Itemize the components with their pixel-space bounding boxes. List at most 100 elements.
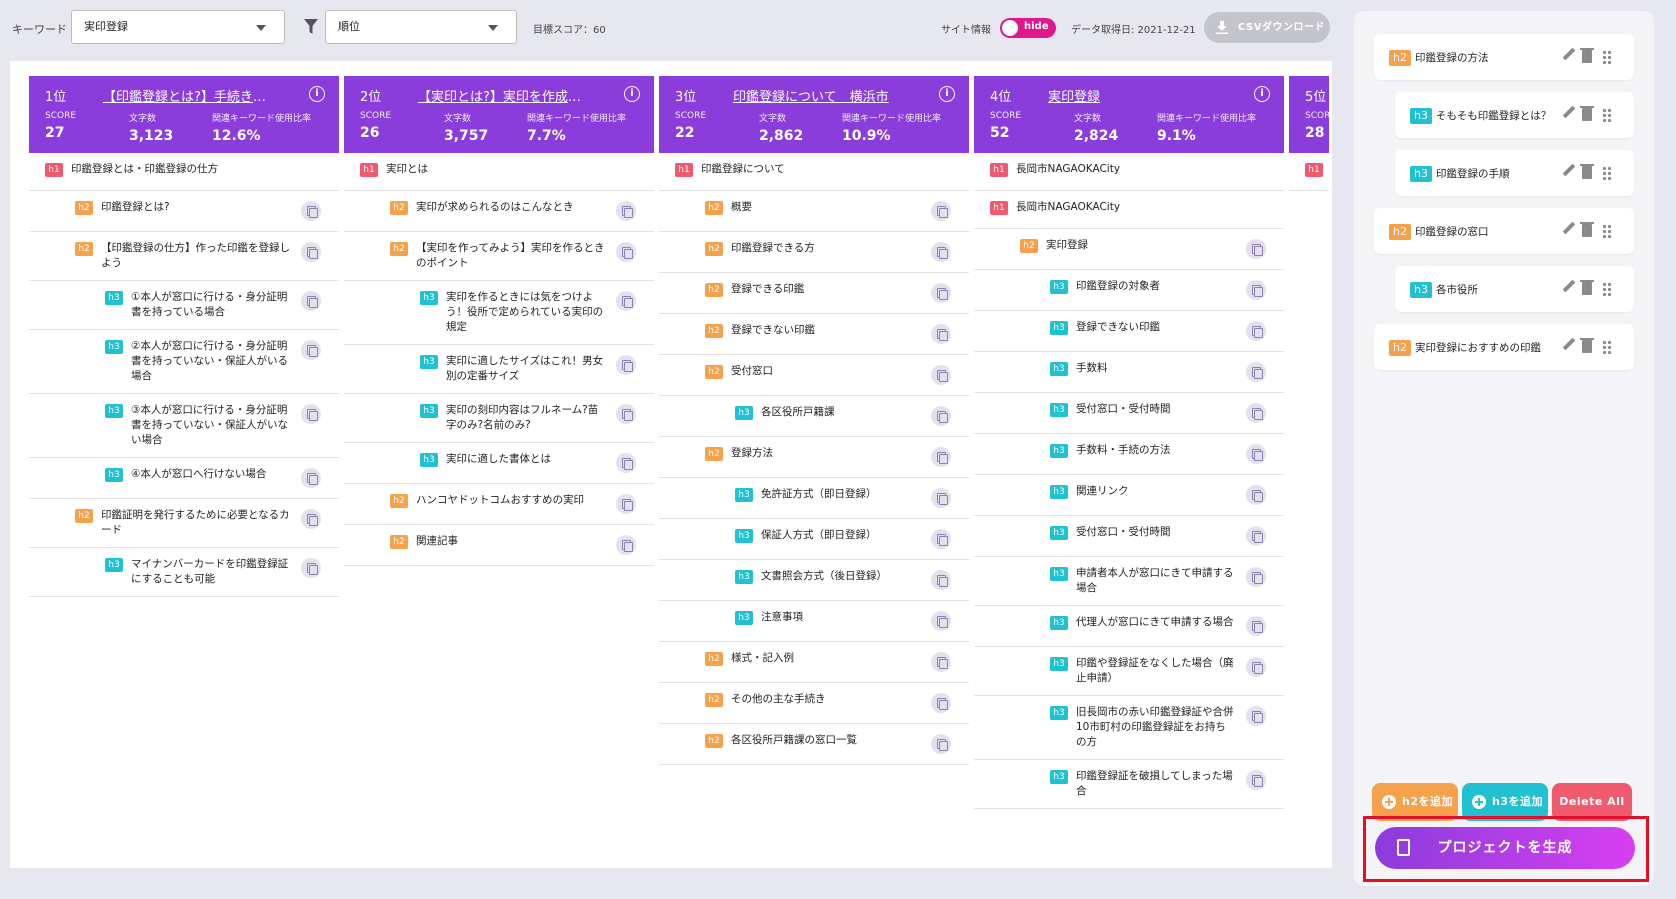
- pencil-icon[interactable]: [1562, 221, 1576, 235]
- copy-icon[interactable]: [1246, 444, 1266, 464]
- drag-handle-icon[interactable]: [1602, 166, 1612, 180]
- outline-item[interactable]: h2 印鑑登録の窓口: [1374, 208, 1634, 254]
- copy-icon[interactable]: [301, 468, 321, 488]
- outline-heading-text: 印鑑登録の方法: [1415, 52, 1489, 64]
- copy-icon[interactable]: [931, 283, 951, 303]
- heading-item: h2 登録方法: [659, 437, 969, 478]
- drag-handle-icon[interactable]: [1602, 224, 1612, 238]
- outline-heading-text: 印鑑登録の手順: [1436, 168, 1510, 180]
- copy-icon[interactable]: [931, 406, 951, 426]
- copy-icon[interactable]: [301, 509, 321, 529]
- copy-icon[interactable]: [1246, 321, 1266, 341]
- copy-icon[interactable]: [931, 365, 951, 385]
- copy-icon[interactable]: [1246, 485, 1266, 505]
- sort-select[interactable]: 順位: [325, 10, 517, 44]
- copy-icon[interactable]: [301, 201, 321, 221]
- copy-icon[interactable]: [1246, 706, 1266, 726]
- keyword-select[interactable]: 実印登録: [71, 10, 285, 44]
- copy-icon[interactable]: [931, 201, 951, 221]
- outline-heading-text: 実印登録におすすめの印鑑: [1415, 342, 1541, 354]
- copy-icon[interactable]: [1246, 526, 1266, 546]
- rank-label: 2位: [360, 90, 382, 105]
- pencil-icon[interactable]: [1562, 105, 1576, 119]
- outline-item[interactable]: h3 そもそも印鑑登録とは？: [1395, 92, 1634, 138]
- trash-icon[interactable]: [1580, 164, 1594, 179]
- copy-icon[interactable]: [1246, 280, 1266, 300]
- outline-item[interactable]: h2 実印登録におすすめの印鑑: [1374, 324, 1634, 370]
- copy-icon[interactable]: [616, 291, 636, 311]
- pencil-icon[interactable]: [1562, 163, 1576, 177]
- pencil-icon[interactable]: [1562, 47, 1576, 61]
- info-icon[interactable]: i: [624, 86, 640, 102]
- info-icon[interactable]: i: [1254, 86, 1270, 102]
- copy-icon[interactable]: [616, 494, 636, 514]
- copy-icon[interactable]: [616, 355, 636, 375]
- copy-icon[interactable]: [931, 652, 951, 672]
- copy-icon[interactable]: [1246, 239, 1266, 259]
- copy-icon[interactable]: [301, 340, 321, 360]
- copy-icon[interactable]: [931, 488, 951, 508]
- drag-handle-icon[interactable]: [1602, 50, 1612, 64]
- heading-item: h2 実印が求められるのはこんなとき: [344, 191, 654, 232]
- csv-label: CSVダウンロード: [1238, 22, 1325, 33]
- trash-icon[interactable]: [1580, 48, 1594, 63]
- heading-level-badge: h2: [705, 734, 723, 748]
- site-info-toggle[interactable]: hide: [1000, 18, 1056, 38]
- copy-icon[interactable]: [616, 242, 636, 262]
- article-title-link[interactable]: 【実印とは?】実印を作成す...: [418, 86, 588, 105]
- copy-icon[interactable]: [931, 611, 951, 631]
- copy-icon[interactable]: [1246, 616, 1266, 636]
- heading-item: h3 文書照会方式（後日登録）: [659, 560, 969, 601]
- pencil-icon[interactable]: [1562, 337, 1576, 351]
- copy-icon[interactable]: [931, 570, 951, 590]
- heading-text: 実印の刻印内容はフルネーム?苗字のみ?名前のみ?: [446, 404, 599, 431]
- csv-download-button[interactable]: CSVダウンロード: [1204, 12, 1330, 43]
- copy-icon[interactable]: [616, 535, 636, 555]
- heading-item: h1 実印とは: [344, 153, 654, 191]
- copy-icon[interactable]: [1246, 362, 1266, 382]
- competitor-column: 3位 印鑑登録について 横浜市 i SCORE 22 文字数 2,862 関連キーワード使用比…: [659, 76, 969, 851]
- heading-level-badge: h3: [1050, 657, 1068, 671]
- generate-project-button[interactable]: プロジェクトを生成: [1375, 827, 1635, 869]
- heading-level-badge: h3: [105, 468, 123, 482]
- copy-icon[interactable]: [1246, 403, 1266, 423]
- outline-item[interactable]: h3 印鑑登録の手順: [1395, 150, 1634, 196]
- heading-text: 登録できない印鑑: [731, 324, 815, 336]
- pencil-icon[interactable]: [1562, 279, 1576, 293]
- article-title-link[interactable]: 【印鑑登録とは?】手続き方...: [103, 86, 273, 105]
- article-title-link[interactable]: 印鑑登録について 横浜市: [733, 86, 903, 105]
- copy-icon[interactable]: [1246, 770, 1266, 790]
- heading-item: h3 ④本人が窓口へ行けない場合: [29, 458, 339, 499]
- trash-icon[interactable]: [1580, 280, 1594, 295]
- info-icon[interactable]: i: [309, 86, 325, 102]
- copy-icon[interactable]: [931, 242, 951, 262]
- copy-icon[interactable]: [931, 734, 951, 754]
- copy-icon[interactable]: [931, 693, 951, 713]
- info-icon[interactable]: i: [939, 86, 955, 102]
- copy-icon[interactable]: [616, 453, 636, 473]
- drag-handle-icon[interactable]: [1602, 340, 1612, 354]
- outline-item[interactable]: h2 印鑑登録の方法: [1374, 34, 1634, 80]
- drag-handle-icon[interactable]: [1602, 108, 1612, 122]
- filter-icon[interactable]: [304, 19, 318, 35]
- copy-icon[interactable]: [1246, 657, 1266, 677]
- heading-text: 登録できない印鑑: [1076, 321, 1160, 333]
- copy-icon[interactable]: [301, 558, 321, 578]
- trash-icon[interactable]: [1580, 222, 1594, 237]
- trash-icon[interactable]: [1580, 338, 1594, 353]
- heading-text: 各区役所戸籍課の窓口一覧: [731, 734, 857, 746]
- copy-icon[interactable]: [931, 447, 951, 467]
- copy-icon[interactable]: [931, 324, 951, 344]
- outline-item[interactable]: h3 各市役所: [1395, 266, 1634, 312]
- copy-icon[interactable]: [301, 404, 321, 424]
- copy-icon[interactable]: [1246, 567, 1266, 587]
- copy-icon[interactable]: [616, 404, 636, 424]
- copy-icon[interactable]: [616, 201, 636, 221]
- heading-text: 印鑑登録の対象者: [1076, 280, 1160, 292]
- trash-icon[interactable]: [1580, 106, 1594, 121]
- copy-icon[interactable]: [931, 529, 951, 549]
- copy-icon[interactable]: [301, 242, 321, 262]
- drag-handle-icon[interactable]: [1602, 282, 1612, 296]
- article-title-link[interactable]: 実印登録: [1048, 86, 1218, 105]
- copy-icon[interactable]: [301, 291, 321, 311]
